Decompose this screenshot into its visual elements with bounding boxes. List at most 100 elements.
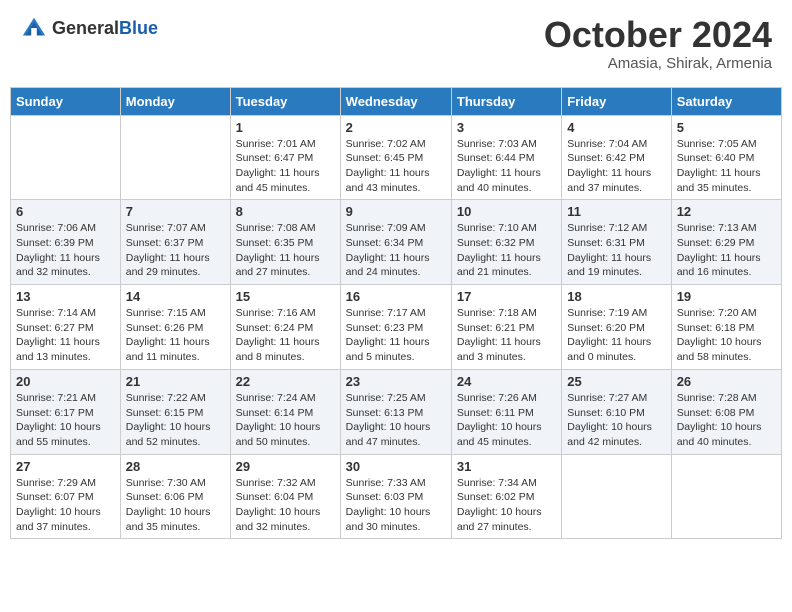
day-info: Sunrise: 7:28 AM Sunset: 6:08 PM Dayligh…	[677, 391, 776, 450]
day-cell: 13Sunrise: 7:14 AM Sunset: 6:27 PM Dayli…	[11, 285, 121, 370]
day-number: 11	[567, 204, 665, 219]
week-row: 27 Sunrise: 7:29 AM Sunset: 6:07 PM Dayli…	[11, 454, 782, 539]
day-info: Sunrise: 7:21 AM Sunset: 6:17 PM Dayligh…	[16, 391, 115, 450]
day-number: 30	[346, 459, 446, 474]
day-cell: 10 Sunrise: 7:10 AM Sunset: 6:32 PM Dayli…	[451, 200, 561, 285]
header-cell-sunday: Sunday	[11, 87, 121, 115]
day-cell: 19 Sunrise: 7:20 AM Sunset: 6:18 PM Dayli…	[671, 285, 781, 370]
day-number: 10	[457, 204, 556, 219]
day-cell: 28 Sunrise: 7:30 AM Sunset: 6:06 PM Dayli…	[120, 454, 230, 539]
day-cell: 24Sunrise: 7:26 AM Sunset: 6:11 PM Dayli…	[451, 369, 561, 454]
day-info: Sunrise: 7:14 AM Sunset: 6:27 PM Dayligh…	[16, 306, 115, 365]
day-info: Sunrise: 7:33 AM Sunset: 6:03 PM Dayligh…	[346, 476, 446, 535]
day-number: 25	[567, 374, 665, 389]
day-cell: 31 Sunrise: 7:34 AM Sunset: 6:02 PM Dayli…	[451, 454, 561, 539]
day-number: 29	[236, 459, 335, 474]
day-number: 20	[16, 374, 115, 389]
day-info: Sunrise: 7:16 AM Sunset: 6:24 PM Dayligh…	[236, 306, 335, 365]
day-number: 7	[126, 204, 225, 219]
day-number: 19	[677, 289, 776, 304]
header-cell-wednesday: Wednesday	[340, 87, 451, 115]
day-info: Sunrise: 7:30 AM Sunset: 6:06 PM Dayligh…	[126, 476, 225, 535]
day-cell: 1 Sunrise: 7:01 AM Sunset: 6:47 PM Daylig…	[230, 115, 340, 200]
day-cell: 20 Sunrise: 7:21 AM Sunset: 6:17 PM Dayli…	[11, 369, 121, 454]
day-number: 1	[236, 120, 335, 135]
day-info: Sunrise: 7:02 AM Sunset: 6:45 PM Dayligh…	[346, 137, 446, 196]
day-number: 21	[126, 374, 225, 389]
day-info: Sunrise: 7:24 AM Sunset: 6:14 PM Dayligh…	[236, 391, 335, 450]
title-block: October 2024 Amasia, Shirak, Armenia	[544, 15, 772, 72]
day-info: Sunrise: 7:04 AM Sunset: 6:42 PM Dayligh…	[567, 137, 665, 196]
logo-text: GeneralBlue	[52, 19, 158, 39]
day-cell: 11 Sunrise: 7:12 AM Sunset: 6:31 PM Dayli…	[562, 200, 671, 285]
day-info: Sunrise: 7:09 AM Sunset: 6:34 PM Dayligh…	[346, 221, 446, 280]
day-info: Sunrise: 7:07 AM Sunset: 6:37 PM Dayligh…	[126, 221, 225, 280]
day-cell: 25 Sunrise: 7:27 AM Sunset: 6:10 PM Dayli…	[562, 369, 671, 454]
day-cell: 12Sunrise: 7:13 AM Sunset: 6:29 PM Dayli…	[671, 200, 781, 285]
day-cell: 2Sunrise: 7:02 AM Sunset: 6:45 PM Daylig…	[340, 115, 451, 200]
day-cell: 15 Sunrise: 7:16 AM Sunset: 6:24 PM Dayli…	[230, 285, 340, 370]
day-number: 17	[457, 289, 556, 304]
day-info: Sunrise: 7:15 AM Sunset: 6:26 PM Dayligh…	[126, 306, 225, 365]
day-info: Sunrise: 7:27 AM Sunset: 6:10 PM Dayligh…	[567, 391, 665, 450]
day-info: Sunrise: 7:01 AM Sunset: 6:47 PM Dayligh…	[236, 137, 335, 196]
day-cell: 8 Sunrise: 7:08 AM Sunset: 6:35 PM Daylig…	[230, 200, 340, 285]
day-cell: 29 Sunrise: 7:32 AM Sunset: 6:04 PM Dayli…	[230, 454, 340, 539]
day-number: 22	[236, 374, 335, 389]
day-info: Sunrise: 7:34 AM Sunset: 6:02 PM Dayligh…	[457, 476, 556, 535]
day-cell	[562, 454, 671, 539]
day-info: Sunrise: 7:13 AM Sunset: 6:29 PM Dayligh…	[677, 221, 776, 280]
day-cell: 17 Sunrise: 7:18 AM Sunset: 6:21 PM Dayli…	[451, 285, 561, 370]
day-number: 8	[236, 204, 335, 219]
day-number: 31	[457, 459, 556, 474]
day-info: Sunrise: 7:19 AM Sunset: 6:20 PM Dayligh…	[567, 306, 665, 365]
week-row: 20 Sunrise: 7:21 AM Sunset: 6:17 PM Dayli…	[11, 369, 782, 454]
day-number: 28	[126, 459, 225, 474]
week-row: 1 Sunrise: 7:01 AM Sunset: 6:47 PM Daylig…	[11, 115, 782, 200]
calendar-header: SundayMondayTuesdayWednesdayThursdayFrid…	[11, 87, 782, 115]
header-cell-monday: Monday	[120, 87, 230, 115]
day-cell	[11, 115, 121, 200]
day-cell: 30 Sunrise: 7:33 AM Sunset: 6:03 PM Dayli…	[340, 454, 451, 539]
day-number: 15	[236, 289, 335, 304]
page-header: GeneralBlue October 2024 Amasia, Shirak,…	[10, 10, 782, 77]
location-title: Amasia, Shirak, Armenia	[544, 55, 772, 72]
day-info: Sunrise: 7:17 AM Sunset: 6:23 PM Dayligh…	[346, 306, 446, 365]
day-info: Sunrise: 7:12 AM Sunset: 6:31 PM Dayligh…	[567, 221, 665, 280]
day-cell: 5Sunrise: 7:05 AM Sunset: 6:40 PM Daylig…	[671, 115, 781, 200]
day-info: Sunrise: 7:26 AM Sunset: 6:11 PM Dayligh…	[457, 391, 556, 450]
day-info: Sunrise: 7:10 AM Sunset: 6:32 PM Dayligh…	[457, 221, 556, 280]
day-number: 4	[567, 120, 665, 135]
day-info: Sunrise: 7:22 AM Sunset: 6:15 PM Dayligh…	[126, 391, 225, 450]
header-row: SundayMondayTuesdayWednesdayThursdayFrid…	[11, 87, 782, 115]
day-info: Sunrise: 7:20 AM Sunset: 6:18 PM Dayligh…	[677, 306, 776, 365]
day-info: Sunrise: 7:08 AM Sunset: 6:35 PM Dayligh…	[236, 221, 335, 280]
day-info: Sunrise: 7:03 AM Sunset: 6:44 PM Dayligh…	[457, 137, 556, 196]
day-cell: 23Sunrise: 7:25 AM Sunset: 6:13 PM Dayli…	[340, 369, 451, 454]
day-cell: 4 Sunrise: 7:04 AM Sunset: 6:42 PM Daylig…	[562, 115, 671, 200]
header-cell-thursday: Thursday	[451, 87, 561, 115]
header-cell-saturday: Saturday	[671, 87, 781, 115]
day-cell: 7 Sunrise: 7:07 AM Sunset: 6:37 PM Daylig…	[120, 200, 230, 285]
day-info: Sunrise: 7:29 AM Sunset: 6:07 PM Dayligh…	[16, 476, 115, 535]
day-cell: 14Sunrise: 7:15 AM Sunset: 6:26 PM Dayli…	[120, 285, 230, 370]
day-number: 27	[16, 459, 115, 474]
day-cell: 18 Sunrise: 7:19 AM Sunset: 6:20 PM Dayli…	[562, 285, 671, 370]
day-info: Sunrise: 7:32 AM Sunset: 6:04 PM Dayligh…	[236, 476, 335, 535]
day-number: 6	[16, 204, 115, 219]
day-cell: 16 Sunrise: 7:17 AM Sunset: 6:23 PM Dayli…	[340, 285, 451, 370]
header-cell-tuesday: Tuesday	[230, 87, 340, 115]
day-number: 16	[346, 289, 446, 304]
day-cell: 22 Sunrise: 7:24 AM Sunset: 6:14 PM Dayli…	[230, 369, 340, 454]
calendar-body: 1 Sunrise: 7:01 AM Sunset: 6:47 PM Daylig…	[11, 115, 782, 539]
day-number: 18	[567, 289, 665, 304]
logo-icon	[20, 15, 48, 43]
day-number: 23	[346, 374, 446, 389]
week-row: 13Sunrise: 7:14 AM Sunset: 6:27 PM Dayli…	[11, 285, 782, 370]
week-row: 6Sunrise: 7:06 AM Sunset: 6:39 PM Daylig…	[11, 200, 782, 285]
day-info: Sunrise: 7:18 AM Sunset: 6:21 PM Dayligh…	[457, 306, 556, 365]
day-cell	[671, 454, 781, 539]
day-number: 9	[346, 204, 446, 219]
day-cell: 27 Sunrise: 7:29 AM Sunset: 6:07 PM Dayli…	[11, 454, 121, 539]
day-cell: 26Sunrise: 7:28 AM Sunset: 6:08 PM Dayli…	[671, 369, 781, 454]
